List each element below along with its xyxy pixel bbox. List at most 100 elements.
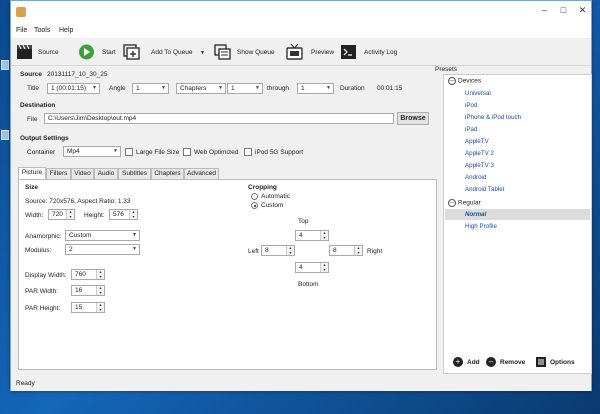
stepper-arrows-icon[interactable]: ▲ ▼ xyxy=(354,246,362,255)
source-dimensions: Source: 720x576, Aspect Ratio: 1.33 xyxy=(25,198,131,205)
crop-left-stepper[interactable]: 8 ▲ ▼ xyxy=(261,245,295,256)
preset-item[interactable]: iPhone & iPod touch xyxy=(465,114,521,121)
chevron-down-icon[interactable]: ▼ xyxy=(200,50,205,56)
add-to-queue-button[interactable]: Add To Queue ▼ xyxy=(123,42,208,62)
start-button[interactable]: Start xyxy=(78,42,123,62)
presets-group-regular[interactable]: — Regular xyxy=(448,199,481,207)
stepper-arrows-icon[interactable]: ▲ ▼ xyxy=(66,210,74,219)
crop-right-value: 8 xyxy=(333,247,337,254)
ipod5g-checkbox[interactable] xyxy=(244,148,252,156)
film-clapper-icon xyxy=(17,44,32,59)
range-type-value: Chapters xyxy=(180,85,207,92)
source-button[interactable]: Source xyxy=(16,42,76,62)
preset-item-selected[interactable]: Normal xyxy=(465,211,486,218)
preset-item[interactable]: iPad xyxy=(465,126,477,133)
desktop-icon[interactable] xyxy=(1,60,9,70)
preset-item[interactable]: Android xyxy=(465,174,486,181)
minimize-button[interactable]: – xyxy=(537,4,552,17)
stepper-arrows-icon[interactable]: ▲ ▼ xyxy=(320,263,328,272)
tab-video[interactable]: Video xyxy=(71,168,94,179)
modulus-dropdown[interactable]: 2 ▼ xyxy=(65,244,140,255)
regular-label: Regular xyxy=(458,199,481,207)
tab-audio[interactable]: Audio xyxy=(94,168,118,179)
large-file-checkbox[interactable] xyxy=(125,148,133,156)
add-preset-button[interactable]: + Add xyxy=(453,356,485,370)
chevron-down-icon: ▼ xyxy=(161,85,166,91)
crop-top-stepper[interactable]: 4 ▲ ▼ xyxy=(295,230,329,241)
presets-group-devices[interactable]: — Devices xyxy=(448,77,481,85)
angle-dropdown[interactable]: 1 ▼ xyxy=(132,83,169,94)
show-queue-icon xyxy=(214,44,231,60)
preview-button[interactable]: Preview xyxy=(286,42,341,62)
maximize-button[interactable]: □ xyxy=(556,4,571,17)
crop-right-stepper[interactable]: 8 ▲ ▼ xyxy=(329,245,363,256)
options-button[interactable]: Options xyxy=(536,356,586,370)
destination-section-label: Destination xyxy=(20,102,56,109)
container-value: Mp4 xyxy=(67,148,80,155)
start-label: Start xyxy=(102,49,116,56)
chevron-down-icon: ▼ xyxy=(92,85,97,91)
web-optimized-checkbox[interactable] xyxy=(183,148,191,156)
par-width-stepper[interactable]: 16 ▲ ▼ xyxy=(71,285,105,296)
stepper-arrows-icon[interactable]: ▲ ▼ xyxy=(96,286,104,295)
add-label: Add xyxy=(467,359,480,366)
options-icon xyxy=(536,357,546,367)
range-start-dropdown[interactable]: 1 ▼ xyxy=(227,83,263,94)
crop-automatic-radio[interactable] xyxy=(251,193,258,200)
output-settings-label: Output Settings xyxy=(20,135,69,142)
width-stepper[interactable]: 720 ▲ ▼ xyxy=(48,209,75,220)
minus-icon: – xyxy=(486,357,496,367)
chevron-down-icon: ▼ xyxy=(132,232,137,238)
activity-log-label: Activity Log xyxy=(364,49,398,56)
tab-subtitles[interactable]: Subtitles xyxy=(118,168,151,179)
preset-item[interactable]: Android Tablet xyxy=(465,186,504,193)
handbrake-window: – □ ✕ File Tools Help Source Start Add T… xyxy=(10,0,592,391)
desktop-icon[interactable] xyxy=(1,130,9,140)
crop-bottom-stepper[interactable]: 4 ▲ ▼ xyxy=(295,262,329,273)
container-dropdown[interactable]: Mp4 ▼ xyxy=(63,146,121,157)
range-type-dropdown[interactable]: Chapters ▼ xyxy=(176,83,226,94)
tab-picture[interactable]: Picture xyxy=(18,167,46,179)
title-dropdown[interactable]: 1 (00:01:15) ▼ xyxy=(47,83,100,94)
stepper-arrows-icon[interactable]: ▲ ▼ xyxy=(320,231,328,240)
anamorphic-label: Anamorphic: xyxy=(25,233,62,240)
activity-log-button[interactable]: Activity Log xyxy=(340,42,410,62)
chevron-down-icon: ▼ xyxy=(326,85,331,91)
title-label: Title xyxy=(27,85,40,92)
file-label: File xyxy=(27,116,38,123)
tab-advanced[interactable]: Advanced xyxy=(184,168,219,179)
presets-panel: — Devices Universal iPod iPhone & iPod to… xyxy=(443,74,592,374)
menu-file[interactable]: File xyxy=(16,27,27,34)
preset-item[interactable]: iPod xyxy=(465,102,477,109)
close-button[interactable]: ✕ xyxy=(575,4,590,17)
preset-item[interactable]: High Profile xyxy=(465,223,497,230)
preset-item[interactable]: AppleTV 3 xyxy=(465,162,494,169)
preset-item[interactable]: AppleTV xyxy=(465,138,489,145)
browse-button[interactable]: Browse xyxy=(397,112,429,125)
range-end-dropdown[interactable]: 1 ▼ xyxy=(297,83,334,94)
show-queue-button[interactable]: Show Queue xyxy=(214,42,284,62)
par-height-stepper[interactable]: 15 ▲ ▼ xyxy=(71,302,105,313)
preset-item[interactable]: Universal xyxy=(465,90,491,97)
stepper-arrows-icon[interactable]: ▲ ▼ xyxy=(286,246,294,255)
tab-filters[interactable]: Filters xyxy=(46,168,71,179)
add-queue-icon xyxy=(123,44,140,60)
width-label: Width: xyxy=(25,212,44,219)
crop-custom-radio[interactable] xyxy=(251,202,258,209)
options-label: Options xyxy=(550,359,575,366)
menu-help[interactable]: Help xyxy=(59,27,73,34)
duration-label: Duration xyxy=(340,85,365,92)
display-width-stepper[interactable]: 760 ▲ ▼ xyxy=(71,269,105,280)
height-stepper[interactable]: 576 ▲ ▼ xyxy=(109,209,138,220)
preset-item[interactable]: AppleTV 2 xyxy=(465,150,494,157)
size-section-label: Size xyxy=(25,184,39,191)
stepper-arrows-icon[interactable]: ▲ ▼ xyxy=(96,270,104,279)
stepper-arrows-icon[interactable]: ▲ ▼ xyxy=(129,210,137,219)
menu-tools[interactable]: Tools xyxy=(34,27,50,34)
stepper-arrows-icon[interactable]: ▲ ▼ xyxy=(96,303,104,312)
remove-preset-button[interactable]: – Remove xyxy=(486,356,532,370)
anamorphic-dropdown[interactable]: Custom ▼ xyxy=(65,230,140,241)
file-path-input[interactable]: C:\Users\Jim\Desktop\out.mp4 xyxy=(44,113,394,124)
tab-chapters[interactable]: Chapters xyxy=(151,168,184,179)
cropping-section-label: Cropping xyxy=(248,184,277,191)
